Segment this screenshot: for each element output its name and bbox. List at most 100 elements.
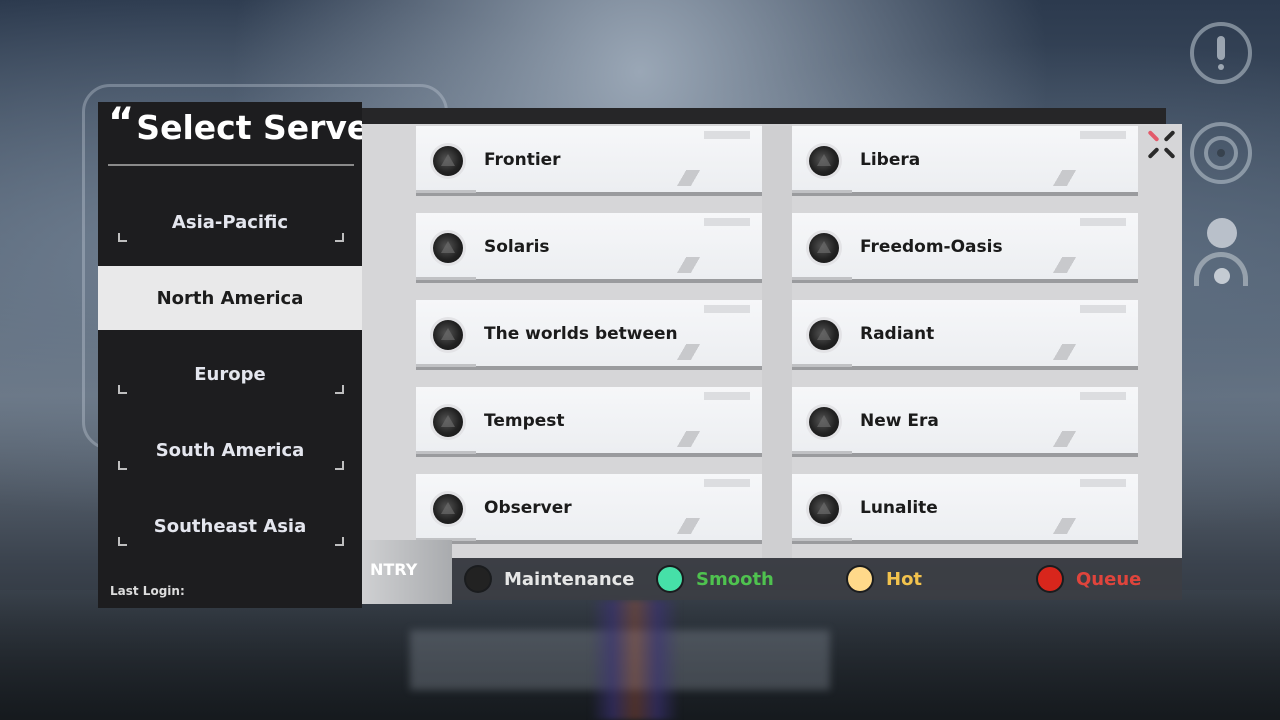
quote-icon: “ bbox=[108, 100, 135, 146]
queue-icon bbox=[1038, 567, 1062, 591]
card-tag bbox=[1080, 131, 1126, 139]
entry-tab-text: NTRY bbox=[370, 560, 418, 579]
server-name: New Era bbox=[860, 411, 939, 431]
maintenance-status-icon bbox=[809, 494, 839, 524]
last-login-label: Last Login: bbox=[110, 584, 185, 598]
smooth-icon bbox=[658, 567, 682, 591]
server-card-observer[interactable]: Observer bbox=[416, 474, 762, 544]
card-tag bbox=[704, 218, 750, 226]
corner-mark bbox=[335, 537, 344, 546]
region-label: Asia-Pacific bbox=[171, 211, 289, 233]
close-icon bbox=[1147, 146, 1160, 160]
card-underline bbox=[416, 190, 476, 193]
server-name: Freedom-Oasis bbox=[860, 237, 1003, 257]
server-card-radiant[interactable]: Radiant bbox=[792, 300, 1138, 370]
corner-mark bbox=[118, 233, 127, 242]
corner-mark bbox=[118, 461, 127, 470]
server-name: Radiant bbox=[860, 324, 935, 344]
corner-mark bbox=[118, 385, 127, 394]
card-tag bbox=[704, 479, 750, 487]
region-south-america[interactable]: South America bbox=[98, 418, 362, 482]
maintenance-icon bbox=[466, 567, 490, 591]
card-tag bbox=[704, 131, 750, 139]
user-icon-knob bbox=[1214, 268, 1230, 284]
maintenance-status-icon bbox=[809, 320, 839, 350]
region-label: Europe bbox=[194, 363, 266, 385]
maintenance-status-icon bbox=[433, 146, 463, 176]
maintenance-status-icon bbox=[809, 407, 839, 437]
legend-maintenance: Maintenance bbox=[466, 558, 635, 600]
legend-queue: Queue bbox=[1038, 558, 1141, 600]
legend-label: Smooth bbox=[696, 568, 774, 590]
server-card-lunalite[interactable]: Lunalite bbox=[792, 474, 1138, 544]
maintenance-status-icon bbox=[433, 320, 463, 350]
legend-label: Maintenance bbox=[504, 568, 635, 590]
account-button[interactable] bbox=[1190, 218, 1252, 304]
page-title: “Select Server bbox=[108, 103, 386, 147]
maintenance-status-icon bbox=[809, 146, 839, 176]
card-stripe bbox=[1038, 170, 1098, 186]
maintenance-status-icon bbox=[433, 494, 463, 524]
close-icon bbox=[1163, 129, 1176, 143]
corner-mark bbox=[335, 233, 344, 242]
region-label: North America bbox=[156, 287, 304, 309]
corner-mark bbox=[335, 461, 344, 470]
card-stripe bbox=[1038, 431, 1098, 447]
corner-mark bbox=[335, 385, 344, 394]
server-card-the-worlds-between[interactable]: The worlds between bbox=[416, 300, 762, 370]
card-stripe bbox=[662, 518, 722, 534]
hot-icon bbox=[848, 567, 872, 591]
server-card-freedom-oasis[interactable]: Freedom-Oasis bbox=[792, 213, 1138, 283]
title-text: Select Server bbox=[136, 108, 386, 147]
user-icon bbox=[1207, 218, 1237, 248]
server-list-panel: Frontier Libera Solaris Freedom-Oasis Th… bbox=[362, 124, 1182, 558]
card-tag bbox=[1080, 305, 1126, 313]
card-underline bbox=[792, 190, 852, 193]
card-stripe bbox=[662, 431, 722, 447]
card-stripe bbox=[1038, 518, 1098, 534]
entry-tab-decoration: NTRY bbox=[362, 540, 452, 604]
background-character bbox=[590, 600, 680, 720]
target-icon-core bbox=[1217, 149, 1225, 157]
maintenance-status-icon bbox=[809, 233, 839, 263]
notice-icon-dot bbox=[1218, 64, 1224, 70]
panel-header-bar bbox=[362, 108, 1166, 124]
legend-label: Queue bbox=[1076, 568, 1142, 590]
region-asia-pacific[interactable]: Asia-Pacific bbox=[98, 190, 362, 254]
corner-mark bbox=[118, 537, 127, 546]
region-panel: “Select Server Asia-Pacific North Americ… bbox=[98, 102, 386, 608]
server-card-solaris[interactable]: Solaris bbox=[416, 213, 762, 283]
card-underline bbox=[792, 451, 852, 454]
server-name: The worlds between bbox=[484, 324, 678, 344]
region-southeast-asia[interactable]: Southeast Asia bbox=[98, 494, 362, 558]
card-stripe bbox=[662, 257, 722, 273]
region-north-america[interactable]: North America bbox=[98, 266, 362, 330]
card-stripe bbox=[662, 170, 722, 186]
card-underline bbox=[416, 451, 476, 454]
server-card-new-era[interactable]: New Era bbox=[792, 387, 1138, 457]
card-stripe bbox=[1038, 344, 1098, 360]
settings-button[interactable] bbox=[1190, 122, 1252, 184]
notice-icon bbox=[1217, 36, 1225, 60]
title-divider bbox=[108, 164, 354, 166]
card-tag bbox=[704, 392, 750, 400]
server-name: Solaris bbox=[484, 237, 550, 257]
region-label: Southeast Asia bbox=[153, 515, 307, 537]
close-button[interactable] bbox=[1146, 128, 1178, 162]
close-icon bbox=[1163, 146, 1176, 160]
server-name: Libera bbox=[860, 150, 921, 170]
column-divider bbox=[762, 124, 792, 558]
card-underline bbox=[792, 277, 852, 280]
card-underline bbox=[416, 364, 476, 367]
server-card-frontier[interactable]: Frontier bbox=[416, 126, 762, 196]
maintenance-status-icon bbox=[433, 407, 463, 437]
card-underline bbox=[792, 538, 852, 541]
notice-button[interactable] bbox=[1190, 22, 1252, 84]
card-tag bbox=[704, 305, 750, 313]
region-europe[interactable]: Europe bbox=[98, 342, 362, 406]
close-icon bbox=[1147, 129, 1160, 143]
server-card-libera[interactable]: Libera bbox=[792, 126, 1138, 196]
server-name: Tempest bbox=[484, 411, 565, 431]
server-card-tempest[interactable]: Tempest bbox=[416, 387, 762, 457]
card-tag bbox=[1080, 392, 1126, 400]
